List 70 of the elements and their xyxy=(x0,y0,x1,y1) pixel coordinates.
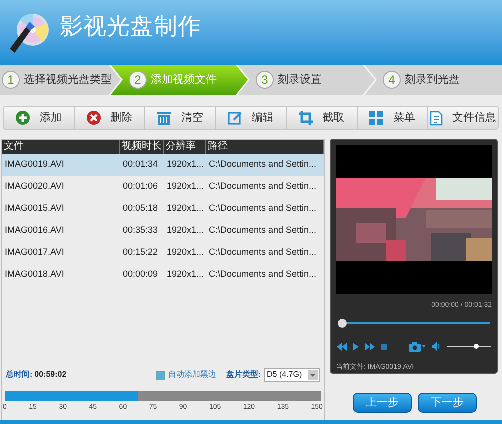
step-number: 3 xyxy=(256,71,274,89)
table-row[interactable]: IMAG0018.AVI 00:00:09 1920x1... C:\Documents and Settin... xyxy=(2,264,324,286)
toolbar-button[interactable]: 文件信息 xyxy=(427,107,498,129)
table-cell-text: IMAG0016.AVI xyxy=(4,224,66,238)
step-number: 1 xyxy=(2,71,20,89)
table-cell-text: IMAG0015.AVI xyxy=(4,202,66,216)
table-cell-text: 00:01:06 xyxy=(122,180,160,194)
step-label: 刻录设置 xyxy=(278,72,322,88)
table-cell-text: IMAG0019.AVI xyxy=(4,158,66,172)
step-tab[interactable]: 1 选择视频光盘类型 xyxy=(0,65,121,95)
table-cell-text: IMAG0020.AVI xyxy=(4,180,66,194)
step-tab[interactable]: 3 刻录设置 xyxy=(238,65,375,95)
table-cell-text: C:\Documents and Settin... xyxy=(208,202,318,216)
step-label: 选择视频光盘类型 xyxy=(24,72,112,88)
total-time-label: 总时间: xyxy=(6,369,33,381)
trash-icon xyxy=(157,111,172,125)
table-cell-text: 1920x1... xyxy=(166,224,206,238)
document-icon xyxy=(430,110,443,126)
step-number: 2 xyxy=(129,71,147,89)
seek-thumb[interactable] xyxy=(338,318,347,328)
table-cell-text: 1920x1... xyxy=(166,202,206,216)
table-cell-text: 1920x1... xyxy=(166,180,206,194)
step-label: 添加视频文件 xyxy=(151,72,217,88)
table-cell-text: C:\Documents and Settin... xyxy=(208,224,318,238)
table-row[interactable]: IMAG0016.AVI 00:35:33 1920x1... C:\Documents and Settin... xyxy=(2,220,324,242)
table-cell-text: 00:05:18 xyxy=(122,202,160,216)
table-cell-text: 1920x1... xyxy=(166,158,206,172)
checkbox[interactable] xyxy=(156,370,166,380)
step-label: 刻录到光盘 xyxy=(405,72,460,88)
toolbar-button[interactable]: 清空 xyxy=(144,107,216,129)
table-cell-text: 00:01:34 xyxy=(122,158,160,172)
table-cell-text: 00:15:22 xyxy=(122,246,160,260)
disc-type-label: 盘片类型: xyxy=(226,369,261,381)
table-cell-text: C:\Documents and Settin... xyxy=(208,158,318,172)
table-cell-text: C:\Documents and Settin... xyxy=(208,268,318,282)
volume-icon[interactable] xyxy=(432,342,441,351)
toolbar-button[interactable]: 菜单 xyxy=(356,107,428,129)
table-row[interactable]: IMAG0020.AVI 00:01:06 1920x1... C:\Documents and Settin... xyxy=(2,176,324,198)
toolbar-button[interactable]: 编辑 xyxy=(215,107,286,129)
disc-type-dropdown[interactable]: D5 (4.7G) xyxy=(264,368,320,382)
table-cell-text: 00:00:09 xyxy=(122,268,160,282)
rewind-icon[interactable] xyxy=(337,342,347,350)
table-cell-text: 1920x1... xyxy=(166,246,206,260)
table-cell-text: C:\Documents and Settin... xyxy=(208,246,318,260)
plus-icon xyxy=(16,111,30,125)
fast-forward-icon[interactable] xyxy=(365,342,375,350)
edit-icon xyxy=(228,111,242,125)
total-time-value: 00:59:02 xyxy=(34,369,67,381)
window-title: 影视光盘制作 xyxy=(60,12,202,42)
table-cell-text: 00:35:33 xyxy=(122,224,160,238)
crop-icon xyxy=(298,111,313,125)
table-row[interactable]: IMAG0017.AVI 00:15:22 1920x1... C:\Documents and Settin... xyxy=(2,242,324,264)
table-cell-text: 1920x1... xyxy=(166,268,206,282)
table-cell-text: IMAG0017.AVI xyxy=(4,246,66,260)
auto-border-label: 自动添加黑边 xyxy=(168,369,216,381)
grid-icon xyxy=(369,111,384,125)
table-row[interactable]: IMAG0015.AVI 00:05:18 1920x1... C:\Documents and Settin... xyxy=(2,198,324,220)
table-cell-text: C:\Documents and Settin... xyxy=(208,180,318,194)
step-number: 4 xyxy=(383,71,401,89)
toolbar-button[interactable]: 删除 xyxy=(74,107,144,129)
table-row[interactable]: IMAG0019.AVI 00:01:34 1920x1... C:\Documents and Settin... xyxy=(2,154,324,176)
stop-icon[interactable] xyxy=(381,344,387,350)
step-tab[interactable]: 4 刻录到光盘 xyxy=(365,65,502,95)
toolbar-button[interactable]: 添加 xyxy=(4,107,74,129)
table-cell-text: IMAG0018.AVI xyxy=(4,268,66,282)
toolbar-button[interactable]: 截取 xyxy=(286,107,357,129)
camera-icon[interactable] xyxy=(409,342,426,352)
play-icon[interactable] xyxy=(353,342,359,350)
delete-icon xyxy=(86,111,101,125)
volume-thumb[interactable] xyxy=(474,344,480,349)
